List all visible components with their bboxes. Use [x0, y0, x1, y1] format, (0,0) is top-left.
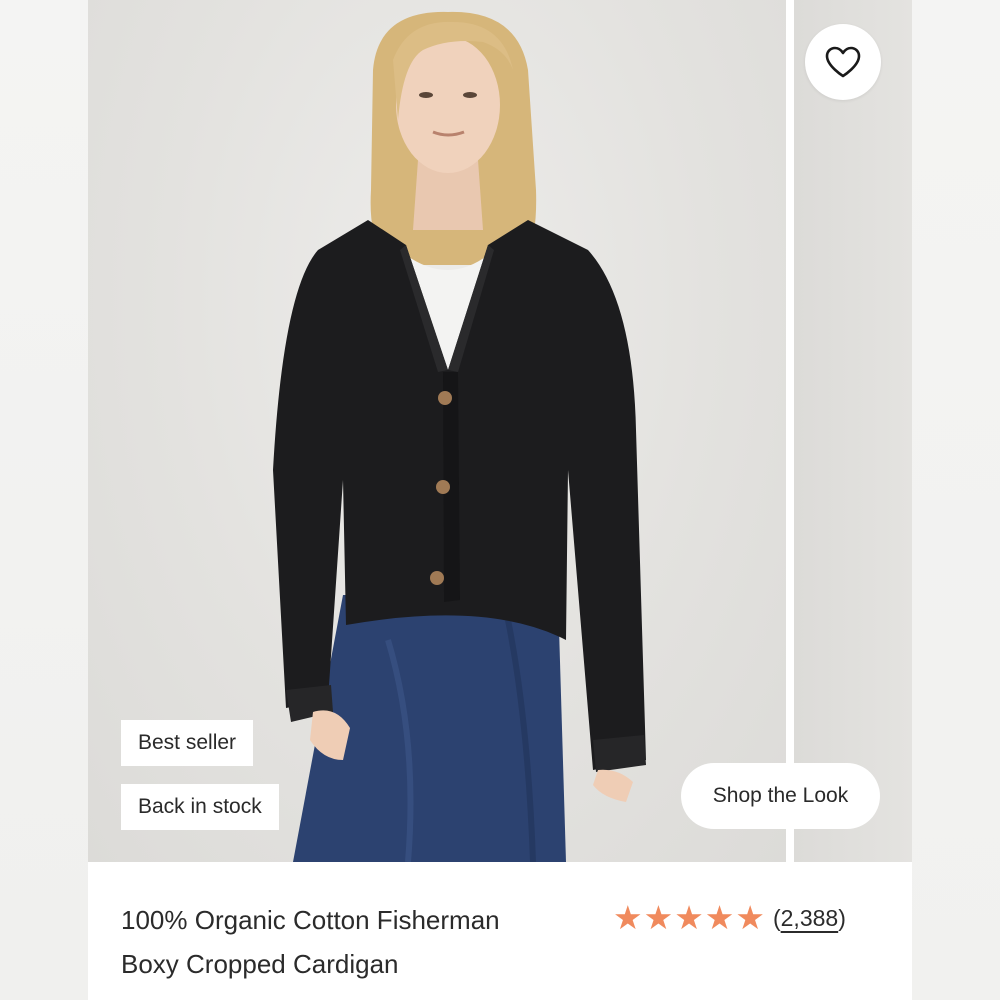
wishlist-button[interactable]	[805, 24, 881, 100]
star-icon: ★	[735, 899, 765, 936]
paren-close: )	[838, 904, 846, 931]
star-icon: ★	[643, 899, 674, 936]
product-rating[interactable]: ★ ★ ★ ★ ★ (2,388)	[613, 898, 846, 938]
product-card[interactable]: Best seller Back in stock Shop the Look …	[88, 0, 912, 1000]
page-margin-right	[912, 0, 1000, 1000]
carousel-divider	[786, 0, 794, 862]
shop-the-look-button[interactable]: Shop the Look	[681, 763, 880, 829]
product-title-line-2: Boxy Cropped Cardigan	[121, 949, 399, 979]
paren-open: (	[772, 904, 781, 931]
review-count-value: 2,388	[780, 904, 839, 931]
star-icon: ★	[674, 899, 704, 936]
best-seller-badge: Best seller	[121, 720, 254, 766]
product-title-line-1: 100% Organic Cotton Fisherman	[121, 905, 500, 935]
star-icon: ★	[704, 899, 735, 936]
star-icon: ★	[613, 899, 643, 936]
back-in-stock-badge: Back in stock	[121, 784, 279, 830]
review-count-link[interactable]: (2,388)	[773, 905, 846, 932]
product-title[interactable]: 100% Organic Cotton Fisherman Boxy Cropp…	[121, 898, 591, 986]
rating-stars: ★ ★ ★ ★ ★	[613, 900, 765, 936]
page-margin-left	[0, 0, 88, 1000]
next-image-peek[interactable]	[794, 0, 912, 862]
heart-outline-icon	[825, 46, 861, 78]
